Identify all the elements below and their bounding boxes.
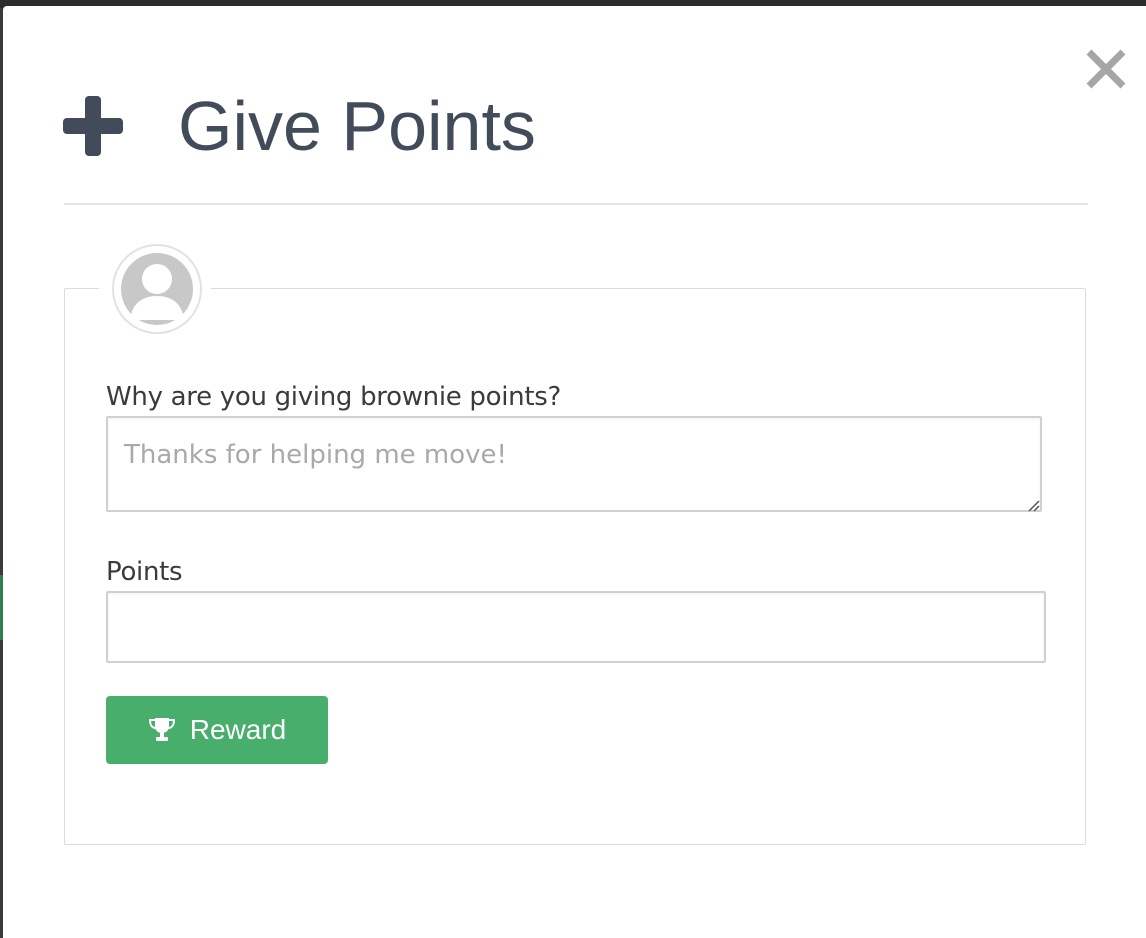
reason-label: Why are you giving brownie points? [106,382,561,412]
points-label: Points [106,557,183,587]
reward-button[interactable]: Reward [106,696,328,764]
reward-button-label: Reward [189,714,287,745]
resize-handle-icon[interactable] [1026,498,1040,512]
close-button[interactable] [1083,46,1129,92]
give-points-modal: Give Points Why are you giving brownie p… [3,6,1146,938]
avatar [112,244,202,334]
trophy-icon [148,718,175,741]
reason-textarea[interactable] [106,416,1042,512]
modal-header: Give Points [61,66,536,186]
plus-icon [63,96,123,156]
page-title: Give Points [178,87,536,165]
header-divider [64,203,1088,205]
close-icon [1086,49,1126,89]
points-input[interactable] [106,591,1046,663]
user-avatar-icon [121,253,193,325]
avatar-wrapper [99,242,211,344]
